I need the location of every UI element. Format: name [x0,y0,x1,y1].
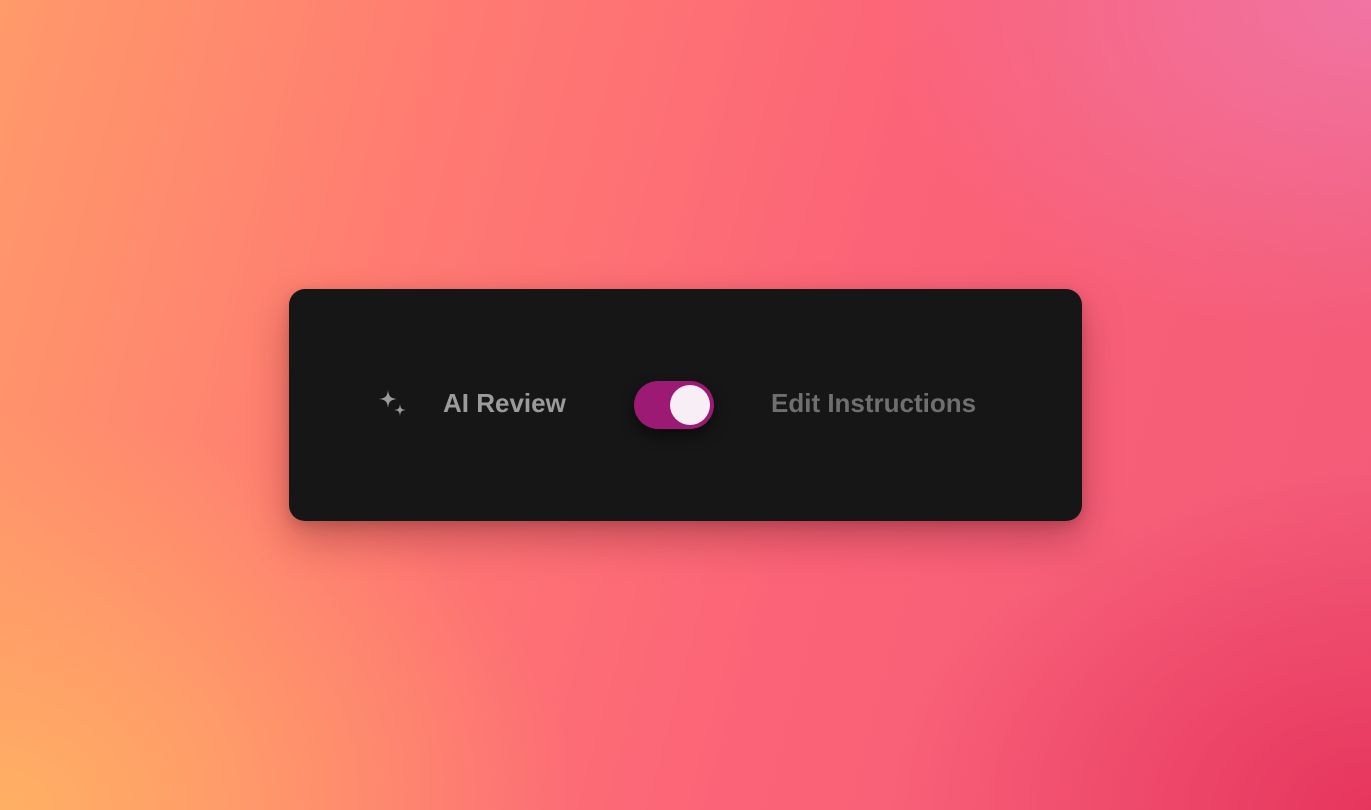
edit-instructions-label[interactable]: Edit Instructions [771,386,976,420]
sparkles-icon [376,387,410,421]
ai-review-label[interactable]: AI Review [443,386,566,420]
toggle-knob [670,385,710,425]
mode-toggle-switch[interactable] [634,381,714,429]
